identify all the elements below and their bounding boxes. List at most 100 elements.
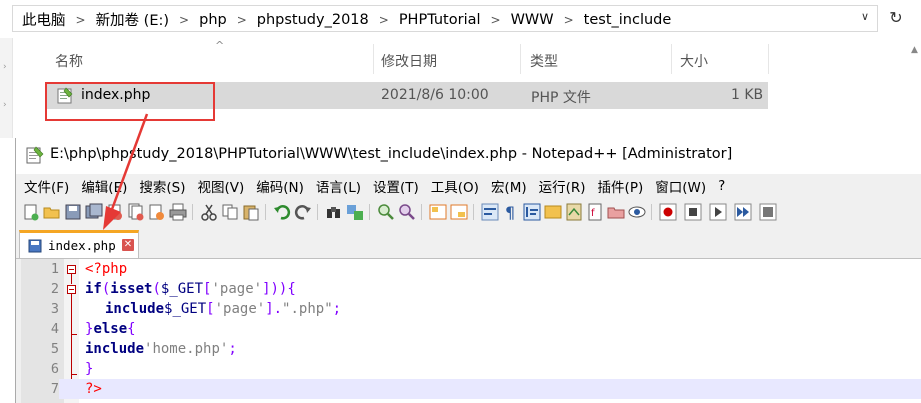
variable: $_GET: [160, 281, 204, 297]
menu-help[interactable]: ?: [712, 178, 731, 194]
record-macro-icon[interactable]: [659, 203, 677, 221]
punct: ].: [265, 301, 283, 317]
redo-icon[interactable]: [294, 203, 312, 221]
line-number: 1: [50, 261, 59, 277]
chevron-right-icon[interactable]: ›: [3, 62, 7, 72]
play-macro-icon[interactable]: [709, 203, 727, 221]
open-file-icon[interactable]: [43, 203, 61, 221]
save-icon[interactable]: [64, 203, 82, 221]
word-wrap-icon[interactable]: [481, 203, 499, 221]
sync-horizontal-icon[interactable]: [450, 203, 468, 221]
toolbar-divider: [317, 204, 318, 220]
new-file-icon[interactable]: [22, 203, 40, 221]
sync-vertical-icon[interactable]: [429, 203, 447, 221]
svg-text:¶: ¶: [505, 203, 515, 221]
chevron-right-icon[interactable]: >: [485, 13, 507, 27]
chevron-right-icon[interactable]: >: [558, 13, 580, 27]
undo-icon[interactable]: [273, 203, 291, 221]
keyword-else: else: [93, 321, 128, 337]
punct: {: [127, 321, 136, 337]
save-macro-icon[interactable]: [759, 203, 777, 221]
column-divider[interactable]: [373, 44, 374, 74]
run-macro-multiple-icon[interactable]: [734, 203, 752, 221]
function-list-icon[interactable]: f: [586, 203, 604, 221]
zoom-out-icon[interactable]: [398, 203, 416, 221]
print-icon[interactable]: [169, 203, 187, 221]
find-icon[interactable]: [325, 203, 343, 221]
string: 'page': [211, 281, 263, 297]
menu-encoding[interactable]: 编码(N): [250, 176, 310, 196]
menu-macro[interactable]: 宏(M): [485, 176, 533, 196]
punct: ])): [262, 281, 288, 297]
cut-icon[interactable]: [200, 203, 218, 221]
annotation-arrow: [103, 113, 149, 230]
column-header-size[interactable]: 大小: [680, 51, 708, 71]
column-divider[interactable]: [520, 44, 521, 74]
refresh-icon[interactable]: ↻: [885, 7, 907, 29]
menu-view[interactable]: 视图(V): [192, 176, 251, 196]
toolbar-divider: [265, 204, 266, 220]
svg-text:f: f: [591, 208, 595, 219]
copy-icon[interactable]: [221, 203, 239, 221]
close-icon[interactable]: ✕: [122, 239, 134, 251]
line-number: 2: [50, 281, 59, 297]
code-text: include$_GET['page'].".php";: [105, 299, 341, 319]
doc-map-icon[interactable]: [565, 203, 583, 221]
folder-workspace-icon[interactable]: [607, 203, 625, 221]
breadcrumb-item[interactable]: 此电脑: [18, 9, 70, 30]
string: 'home.php': [144, 341, 229, 357]
breadcrumb-item[interactable]: test_include: [580, 12, 676, 28]
column-divider[interactable]: [671, 44, 672, 74]
monitoring-icon[interactable]: [628, 203, 646, 221]
paste-icon[interactable]: [242, 203, 260, 221]
code-line: 3 include$_GET['page'].".php";: [21, 299, 921, 319]
menu-tools[interactable]: 工具(O): [425, 176, 485, 196]
code-text: }else{: [85, 319, 136, 339]
column-header-name[interactable]: 名称: [55, 51, 83, 71]
code-line: 4 }else{: [21, 319, 921, 339]
code-line: 2 if(isset($_GET['page'])){: [21, 279, 921, 299]
column-header-date[interactable]: 修改日期: [381, 51, 437, 71]
menu-file[interactable]: 文件(F): [16, 176, 75, 196]
menu-window[interactable]: 窗口(W): [649, 176, 712, 196]
menu-plugins[interactable]: 插件(P): [592, 176, 650, 196]
column-divider[interactable]: [768, 44, 769, 74]
line-number: 6: [50, 361, 59, 377]
tab-index-php[interactable]: index.php ✕: [19, 230, 139, 258]
show-all-chars-icon[interactable]: ¶: [502, 203, 520, 221]
column-header-type[interactable]: 类型: [530, 51, 558, 71]
indent-guide-icon[interactable]: [523, 203, 541, 221]
menu-language[interactable]: 语言(L): [310, 176, 367, 196]
chevron-right-icon[interactable]: >: [231, 13, 253, 27]
keyword-if: if: [85, 281, 102, 297]
chevron-right-icon[interactable]: >: [373, 13, 395, 27]
replace-icon[interactable]: [346, 203, 364, 221]
notepad-icon: [26, 146, 44, 164]
chevron-down-icon[interactable]: ∨: [861, 10, 869, 23]
breadcrumb-item[interactable]: WWW: [507, 12, 558, 28]
code-text: <?php: [85, 259, 127, 279]
punct: ;: [332, 301, 342, 317]
define-language-icon[interactable]: [544, 203, 562, 221]
breadcrumb-item[interactable]: 新加卷 (E:): [92, 9, 173, 30]
menu-run[interactable]: 运行(R): [533, 176, 592, 196]
sort-up-icon: ^: [215, 39, 225, 52]
breadcrumb-item[interactable]: phpstudy_2018: [253, 12, 373, 28]
breadcrumb-item[interactable]: php: [195, 12, 231, 28]
toolbar-divider: [369, 204, 370, 220]
punct: [: [206, 301, 215, 317]
chevron-right-icon[interactable]: >: [173, 13, 195, 27]
breadcrumb-item[interactable]: PHPTutorial: [395, 12, 485, 28]
chevron-right-icon[interactable]: >: [70, 13, 92, 27]
stop-macro-icon[interactable]: [684, 203, 702, 221]
code-text: if(isset($_GET['page'])){: [85, 279, 296, 299]
chevron-right-icon[interactable]: ›: [3, 100, 7, 110]
scroll-up-icon[interactable]: ▲: [908, 45, 921, 59]
menu-settings[interactable]: 设置(T): [367, 176, 425, 196]
line-number: 5: [50, 341, 59, 357]
tab-label: index.php: [48, 238, 116, 253]
code-text: }: [85, 359, 93, 379]
punct: (: [152, 281, 161, 297]
code-editor[interactable]: 1 <?php 2 if(isset($_GET['page'])){ 3 in…: [21, 259, 921, 403]
zoom-in-icon[interactable]: [377, 203, 395, 221]
